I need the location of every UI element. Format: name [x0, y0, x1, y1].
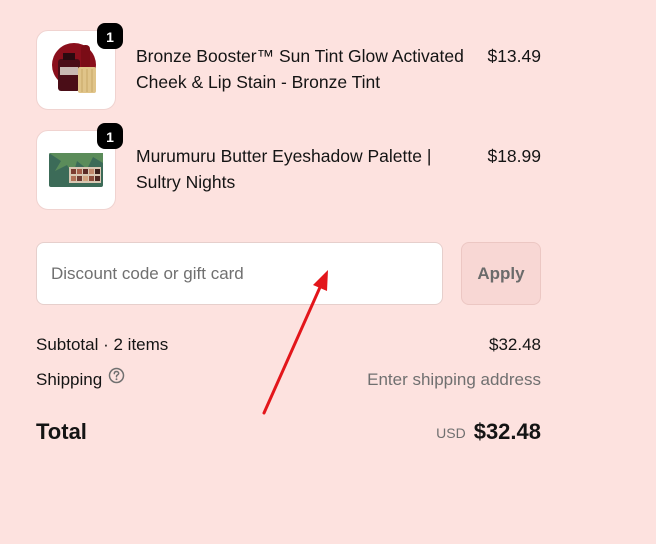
- product-name: Murumuru Butter Eyeshadow Palette | Sult…: [136, 146, 432, 192]
- line-item: 1 Murumuru Butter Eyeshadow Palette | Su…: [36, 123, 541, 212]
- discount-code-input[interactable]: [36, 242, 443, 305]
- subtotal-label: Subtotal · 2 items: [36, 335, 169, 354]
- total-label: Total: [36, 419, 87, 444]
- product-price: $13.49: [487, 46, 541, 66]
- shipping-value: Enter shipping address: [367, 370, 541, 389]
- quantity-badge: 1: [97, 123, 123, 149]
- apply-discount-button[interactable]: Apply: [461, 242, 541, 305]
- currency-code: USD: [436, 425, 466, 441]
- product-thumbnail: 1: [36, 23, 123, 110]
- subtotal-value: $32.48: [489, 335, 541, 354]
- shipping-label: Shipping: [36, 370, 103, 389]
- product-image-eyeshadow-palette: [49, 153, 103, 187]
- total-value: $32.48: [473, 419, 541, 444]
- product-name: Bronze Booster™ Sun Tint Glow Activated …: [136, 46, 464, 92]
- help-circle-icon[interactable]: [108, 367, 125, 391]
- quantity-badge: 1: [97, 23, 123, 49]
- line-item: 1 Bronze Booster™ Sun Tint Glow Activate…: [36, 23, 541, 112]
- product-thumbnail: 1: [36, 123, 123, 210]
- product-image-lip-stain: [52, 43, 96, 93]
- product-price: $18.99: [487, 146, 541, 166]
